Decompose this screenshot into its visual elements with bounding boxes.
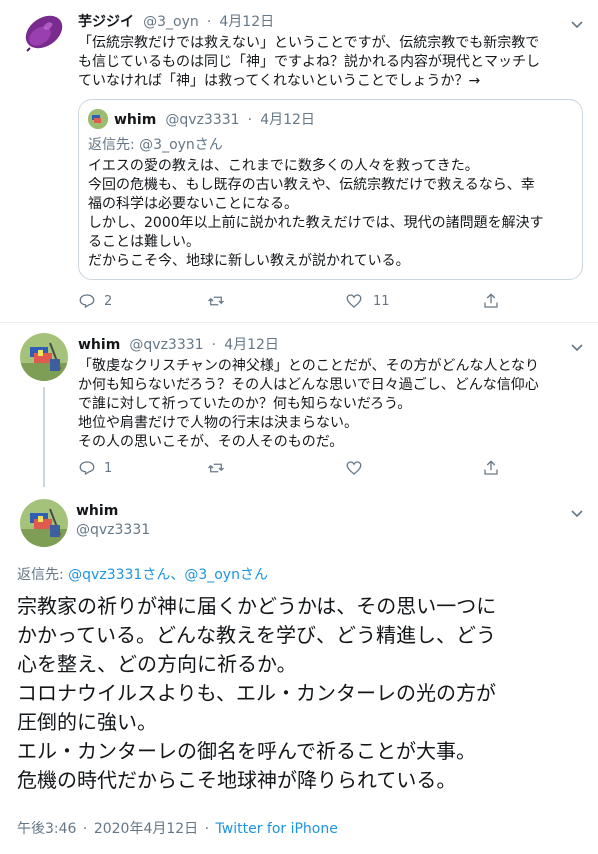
quoted-text-line: イエスの愛の教えは、これまでに数多くの人々を救ってきた。 [88, 158, 479, 174]
tweet-date[interactable]: 4月12日 [219, 14, 274, 30]
quoted-text-line: 福の科学は必要ないことになる。 [88, 196, 298, 212]
reply-button[interactable]: 1 [78, 459, 112, 477]
tweet-text-line: エル・カンターレの御名を呼んで祈ることが大事。 [17, 739, 476, 763]
reply-count: 2 [104, 293, 113, 309]
separator-dot: · [82, 821, 88, 837]
tweet-text-line: 宗教家の祈りが神に届くかどうかは、その思い一つに [17, 594, 497, 618]
main-tweet: whim @qvz3331 返信先: @qvz3331さん、@3_oynさん 宗… [0, 489, 598, 854]
tweet-text-line: その人の思いこそが、その人そのものだ。 [78, 434, 344, 450]
share-button[interactable] [482, 459, 500, 477]
display-name[interactable]: 芋ジジイ [78, 14, 134, 30]
separator-dot: · [247, 112, 253, 128]
reply-to-prefix: 返信先: [17, 567, 69, 583]
avatar [88, 109, 108, 129]
retweet-icon [208, 296, 224, 306]
tweet-2[interactable]: whim @qvz3331 · 4月12日 「敬虔なクリスチャンの神父様」とのこ… [0, 323, 598, 489]
tweet-text-line: で誰に対して祈っていたのか？何も知らないだろう。 [78, 396, 412, 412]
like-button[interactable]: 11 [345, 292, 390, 310]
quoted-date: 4月12日 [260, 112, 315, 128]
like-button[interactable] [345, 459, 373, 477]
tweet-text-line: か何も知らないだろう？その人はどんな思いで日々過ごし、どんな信仰心 [78, 377, 539, 393]
avatar[interactable] [20, 333, 68, 381]
retweet-button[interactable] [207, 292, 233, 310]
separator-dot: · [204, 821, 210, 837]
tweet-text: 「伝統宗教だけでは救えない」ということですが、伝統宗教でも新宗教で も信じている… [78, 34, 588, 91]
timestamp-line: 午後3:46 · 2020年4月12日 · Twitter for iPhone [17, 818, 338, 838]
avatar-image [20, 499, 68, 547]
retweet-button[interactable] [207, 459, 233, 477]
quoted-text-line: 今回の危機も、もし既存の古い教えや、伝統宗教だけで救えるなら、幸 [88, 177, 535, 193]
handle[interactable]: @qvz3331 [129, 337, 203, 353]
reply-icon [79, 294, 95, 309]
avatar[interactable] [20, 499, 68, 547]
retweet-icon [208, 463, 224, 473]
tweet-text-line: かかっている。どんな教えを学び、どう精進し、どう [17, 623, 496, 647]
tweet-text-line: ていなければ「神」は救ってくれないということでしょうか？→ [78, 73, 481, 89]
thread-line [43, 387, 45, 487]
share-button[interactable] [482, 292, 500, 310]
like-icon [346, 461, 362, 475]
tweet-text-line: 心を整え、どの方向に祈るか。 [17, 652, 297, 676]
display-name[interactable]: whim [78, 337, 120, 353]
quoted-display-name: whim [114, 112, 157, 128]
quoted-text-line: だからこそ今、地球に新しい教えが説かれている。 [88, 253, 410, 269]
handle[interactable]: @qvz3331 [76, 522, 150, 538]
share-icon [484, 293, 498, 308]
like-icon [346, 294, 362, 308]
tweet-text: 「敬虔なクリスチャンの神父様」とのことだが、その方がどんな人となり か何も知らな… [78, 357, 588, 452]
quoted-text-line: しかし、2000年以上前に説かれた教えだけでは、現代の諸問題を解決す [88, 215, 544, 231]
reply-to-users-link[interactable]: @qvz3331さん、@3_oynさん [68, 567, 268, 583]
separator-dot: · [211, 337, 217, 353]
tweet-text-line: コロナウイルスよりも、エル・カンターレの光の方が [17, 681, 496, 705]
avatar-image [88, 109, 108, 129]
tweet-text-line: 危機の時代だからこそ地球神が降りられている。 [17, 768, 457, 792]
reply-to-line: 返信先: @qvz3331さん、@3_oynさん [17, 564, 268, 584]
source-link[interactable]: Twitter for iPhone [216, 821, 338, 837]
sweet-potato-avatar-image [23, 15, 63, 55]
tweet-text-line: も信じているものは同じ「神」ですよね？説かれる内容が現代とマッチし [78, 54, 540, 70]
tweet-full-date[interactable]: 2020年4月12日 [94, 821, 198, 837]
separator-dot: · [206, 14, 212, 30]
reply-button[interactable]: 2 [78, 292, 112, 310]
chevron-down-icon[interactable] [571, 503, 583, 522]
display-name[interactable]: whim [76, 503, 118, 519]
reply-to-label: 返信先: @3_oynさん [88, 137, 223, 153]
reply-count: 1 [104, 460, 113, 476]
tweet-time[interactable]: 午後3:46 [17, 821, 76, 837]
tweet-text-line: 「伝統宗教だけでは救えない」ということですが、伝統宗教でも新宗教で [78, 35, 540, 51]
tweet-text-line: 圧倒的に強い。 [17, 710, 157, 734]
quoted-tweet-card[interactable]: whim @qvz3331 · 4月12日 返信先: @3_oynさん イエスの… [78, 99, 583, 280]
chevron-down-icon[interactable] [571, 14, 583, 33]
tweet-date[interactable]: 4月12日 [224, 337, 279, 353]
tweet-text: 宗教家の祈りが神に届くかどうかは、その思い一つに かかっている。どんな教えを学び… [17, 592, 582, 795]
tweet-1[interactable]: 芋ジジイ @3_oyn · 4月12日 「伝統宗教だけでは救えない」ということで… [0, 0, 598, 322]
quoted-handle: @qvz3331 [165, 112, 240, 128]
avatar[interactable] [20, 10, 68, 58]
quoted-text-line: ることは難しい。 [88, 234, 200, 250]
handle[interactable]: @3_oyn [143, 14, 199, 30]
reply-icon [79, 461, 95, 476]
share-icon [484, 460, 498, 475]
tweet-text-line: 「敬虔なクリスチャンの神父様」とのことだが、その方がどんな人となり [78, 358, 540, 374]
tweet-text-line: 地位や肩書だけで人物の行末は決まらない。 [78, 415, 358, 431]
avatar-image [20, 333, 68, 381]
chevron-down-icon[interactable] [571, 337, 583, 356]
like-count: 11 [373, 293, 390, 309]
quoted-text: イエスの愛の教えは、これまでに数多くの人々を救ってきた。 今回の危機も、もし既存… [88, 157, 578, 271]
